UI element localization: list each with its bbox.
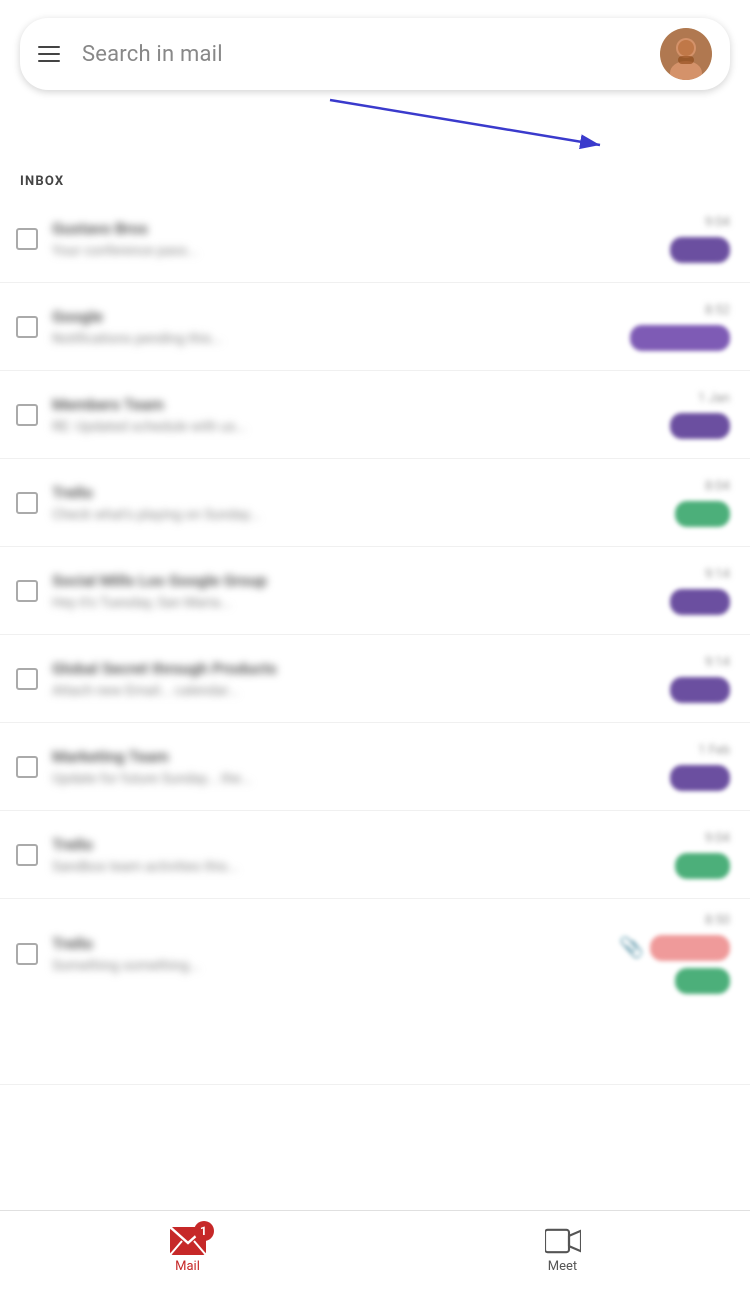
bottom-nav: 1 Mail Meet <box>0 1210 750 1290</box>
email-time: 8:04 <box>705 479 730 494</box>
email-list: Gustavo Bros Your conference pass... 9:0… <box>0 195 750 1085</box>
list-item: Gustavo Bros Your conference pass... 9:0… <box>0 195 750 283</box>
mail-nav-label: Mail <box>175 1259 200 1274</box>
list-item: Global Secret through Products Attach ne… <box>0 635 750 723</box>
email-sender: Trello <box>52 483 665 502</box>
email-badge <box>675 968 730 994</box>
email-sender: Trello <box>52 835 665 854</box>
email-checkbox[interactable] <box>16 844 38 866</box>
email-sender: Trello <box>52 934 609 953</box>
email-badge <box>670 237 730 263</box>
list-item: Trello Something something... 8:50 📎 <box>0 899 750 1085</box>
email-preview: Attach new Email... calendar... <box>52 683 660 699</box>
email-preview: Something something... <box>52 958 609 974</box>
avatar[interactable] <box>660 28 712 80</box>
email-time: 8:50 <box>705 913 730 928</box>
list-item: Trello Sandbox team activities this... 9… <box>0 811 750 899</box>
email-checkbox[interactable] <box>16 404 38 426</box>
email-preview: Notifications pending this... <box>52 331 620 347</box>
meet-icon <box>545 1227 581 1255</box>
list-item: Trello Check what's playing on Sunday...… <box>0 459 750 547</box>
email-badge <box>670 413 730 439</box>
inbox-label: INBOX <box>20 174 730 189</box>
mail-badge-count: 1 <box>194 1221 214 1241</box>
meet-nav-icon-wrap <box>545 1227 581 1255</box>
email-badge <box>675 853 730 879</box>
email-checkbox[interactable] <box>16 943 38 965</box>
email-preview: RE: Updated schedule with us... <box>52 419 660 435</box>
email-badge <box>650 935 730 961</box>
email-badge <box>670 765 730 791</box>
email-time: 1 Jan <box>698 391 730 406</box>
email-sender: Social Mills Los Google Group <box>52 571 660 590</box>
email-checkbox[interactable] <box>16 492 38 514</box>
email-checkbox[interactable] <box>16 668 38 690</box>
email-badge <box>630 325 730 351</box>
email-time: 8:52 <box>705 303 730 318</box>
email-time: 1 Feb <box>698 743 730 758</box>
email-preview: Update for future Sunday... the... <box>52 771 660 787</box>
email-time: 9:04 <box>705 831 730 846</box>
email-sender: Google <box>52 307 620 326</box>
attachment-icon: 📎 <box>619 935 644 959</box>
email-badge <box>670 589 730 615</box>
mail-nav-icon-wrap: 1 <box>170 1227 206 1255</box>
email-time: 9:14 <box>705 567 730 582</box>
email-checkbox[interactable] <box>16 580 38 602</box>
nav-item-meet[interactable]: Meet <box>375 1211 750 1290</box>
email-time: 9:14 <box>705 655 730 670</box>
email-sender: Gustavo Bros <box>52 219 660 238</box>
list-item: Google Notifications pending this... 8:5… <box>0 283 750 371</box>
search-placeholder[interactable]: Search in mail <box>82 42 660 67</box>
list-item: Marketing Team Update for future Sunday.… <box>0 723 750 811</box>
list-item: Social Mills Los Google Group Hey it's T… <box>0 547 750 635</box>
email-preview: Your conference pass... <box>52 243 660 259</box>
email-preview: Hey it's Tuesday, San Maria... <box>52 595 660 611</box>
email-sender: Members Team <box>52 395 660 414</box>
search-bar[interactable]: Search in mail <box>20 18 730 90</box>
hamburger-menu-button[interactable] <box>38 46 60 62</box>
email-time: 9:04 <box>705 215 730 230</box>
email-badge <box>675 501 730 527</box>
nav-item-mail[interactable]: 1 Mail <box>0 1211 375 1290</box>
email-badge <box>670 677 730 703</box>
email-checkbox[interactable] <box>16 316 38 338</box>
email-checkbox[interactable] <box>16 756 38 778</box>
email-sender: Global Secret through Products <box>52 659 660 678</box>
meet-nav-label: Meet <box>548 1259 577 1274</box>
email-sender: Marketing Team <box>52 747 660 766</box>
email-preview: Check what's playing on Sunday... <box>52 507 665 523</box>
arrow-annotation <box>20 90 730 170</box>
list-item: Members Team RE: Updated schedule with u… <box>0 371 750 459</box>
email-checkbox[interactable] <box>16 228 38 250</box>
email-preview: Sandbox team activities this... <box>52 859 665 875</box>
